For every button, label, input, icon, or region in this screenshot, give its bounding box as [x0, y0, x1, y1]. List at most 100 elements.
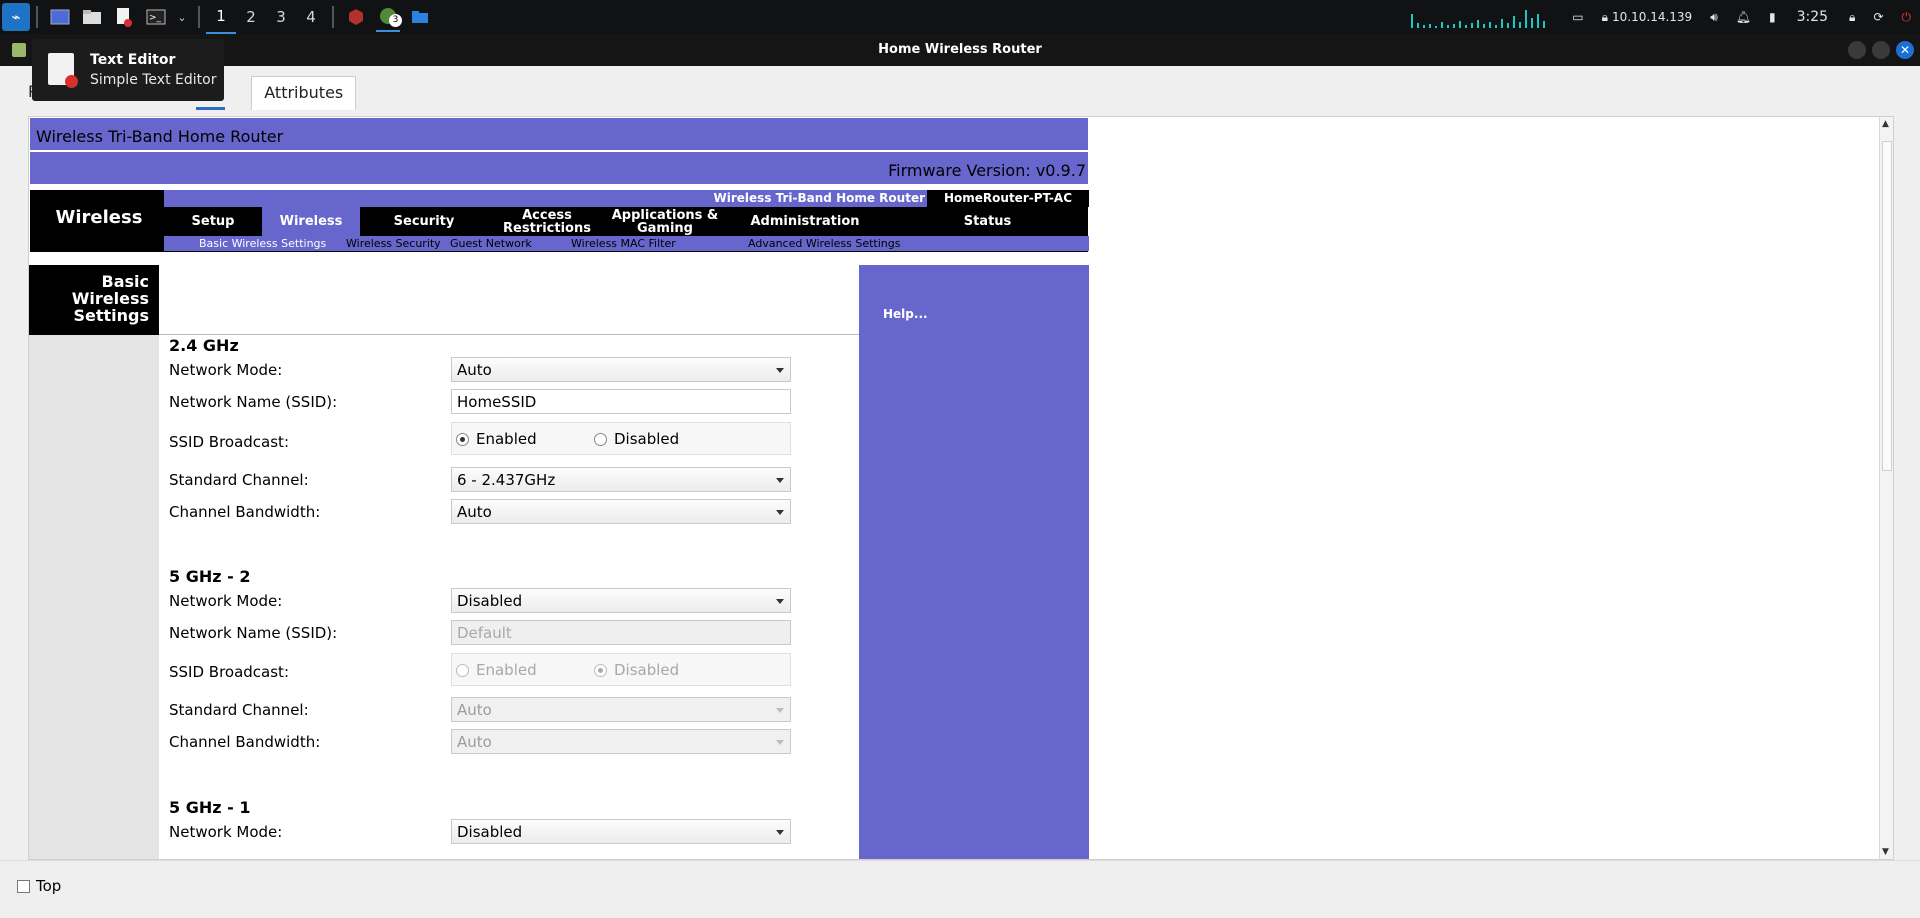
subnav-guest-network[interactable]: Guest Network	[450, 237, 532, 250]
label-network-mode: Network Mode:	[169, 823, 283, 841]
tooltip: Text Editor Simple Text Editor	[32, 39, 224, 101]
top-checkbox[interactable]	[17, 880, 30, 893]
close-button[interactable]: ✕	[1896, 41, 1914, 59]
subnav-wireless-security[interactable]: Wireless Security	[346, 237, 441, 250]
radio-checked-icon	[594, 663, 607, 677]
scrollbar-thumb[interactable]	[1882, 141, 1892, 471]
web-viewport[interactable]: Wireless Tri-Band Home Router Firmware V…	[28, 116, 1894, 860]
folder-app-icon[interactable]	[408, 6, 432, 28]
nav-status[interactable]: Status	[886, 207, 1089, 236]
broadcast-24-disabled[interactable]: Disabled	[594, 430, 679, 448]
workspace-2[interactable]: 2	[236, 0, 266, 34]
channel-24-select[interactable]: 6 - 2.437GHz	[451, 467, 791, 492]
nav-section-title: Wireless	[55, 207, 143, 228]
tab-attributes[interactable]: Attributes	[251, 76, 357, 110]
nav-administration[interactable]: Administration	[724, 207, 886, 236]
window-footer: Top	[0, 860, 1920, 918]
label-network-mode: Network Mode:	[169, 592, 283, 610]
separator	[332, 6, 334, 28]
battery-icon[interactable]: ▮	[1769, 10, 1776, 24]
chevron-down-icon[interactable]: ⌄	[176, 6, 188, 28]
separator	[198, 6, 200, 28]
nav-applications-gaming[interactable]: Applications & Gaming	[606, 207, 724, 236]
top-checkbox-label: Top	[36, 877, 62, 895]
file-manager-icon[interactable]	[80, 6, 104, 28]
form-top-spacer	[159, 265, 859, 335]
firmware-version: Firmware Version: v0.9.7	[29, 151, 1089, 185]
sub-nav: Basic Wireless Settings Wireless Securit…	[164, 236, 1089, 251]
help-link[interactable]: Help...	[883, 307, 928, 321]
window-titlebar[interactable]: Home Wireless Router ✕	[0, 34, 1920, 66]
broadcast-5g2-group: Enabled Disabled	[451, 653, 791, 686]
maximize-button[interactable]	[1872, 41, 1890, 59]
scroll-down-icon[interactable]: ▼	[1882, 847, 1889, 857]
power-icon[interactable]: ⏻	[1902, 10, 1912, 25]
router-page: Wireless Tri-Band Home Router Firmware V…	[29, 117, 1089, 859]
nav-security[interactable]: Security	[360, 207, 488, 236]
workspace-4[interactable]: 4	[296, 0, 326, 34]
nav-menu: Setup Wireless Security Access Restricti…	[164, 207, 1089, 236]
subnav-advanced-wireless[interactable]: Advanced Wireless Settings	[748, 237, 900, 250]
vertical-scrollbar[interactable]: ▲ ▼	[1879, 117, 1893, 859]
refresh-icon[interactable]: ⟳	[1873, 10, 1883, 24]
volume-icon[interactable]: 🔊︎	[1710, 10, 1718, 25]
minimize-button[interactable]	[1848, 41, 1866, 59]
chevron-down-icon	[776, 740, 784, 745]
packet-tracer-app-icon[interactable]: 3	[376, 2, 402, 32]
text-editor-icon[interactable]	[112, 6, 136, 28]
nav-wireless[interactable]: Wireless	[262, 207, 360, 236]
broadcast-5g2-disabled: Disabled	[594, 661, 679, 679]
display-icon[interactable]: ▭	[1572, 10, 1583, 24]
network-mode-5g2-select[interactable]: Disabled	[451, 588, 791, 613]
nav-access-restrictions[interactable]: Access Restrictions	[488, 207, 606, 236]
label-bandwidth: Channel Bandwidth:	[169, 503, 321, 521]
broadcast-24-group: Enabled Disabled	[451, 422, 791, 455]
nav-band: Wireless Wireless Tri-Band Home Router H…	[29, 189, 1089, 253]
scroll-up-icon[interactable]: ▲	[1882, 119, 1889, 129]
ssid-24-input[interactable]: HomeSSID	[451, 389, 791, 414]
label-ssid: Network Name (SSID):	[169, 393, 338, 411]
app-icon	[12, 43, 26, 57]
notification-bell-icon[interactable]: 🔔︎	[1736, 10, 1751, 24]
nav-setup[interactable]: Setup	[164, 207, 262, 236]
label-network-mode: Network Mode:	[169, 361, 283, 379]
clock[interactable]: 3:25	[1797, 9, 1828, 25]
radio-unchecked-icon	[456, 663, 469, 677]
terminal-icon[interactable]: >_	[144, 6, 168, 28]
network-graph	[1409, 4, 1549, 30]
settings-form: 2.4 GHz Network Mode: Auto Network Name …	[159, 265, 859, 859]
chevron-down-icon	[776, 830, 784, 835]
separator	[36, 6, 38, 28]
workspace-3[interactable]: 3	[266, 0, 296, 34]
bandwidth-24-select[interactable]: Auto	[451, 499, 791, 524]
kali-menu-icon[interactable]: ⌁	[2, 3, 30, 31]
label-ssid: Network Name (SSID):	[169, 624, 338, 642]
side-panel: Basic Wireless Settings	[29, 265, 159, 859]
nav-product-bar: Wireless Tri-Band Home Router HomeRouter…	[164, 190, 1089, 207]
chevron-down-icon	[776, 708, 784, 713]
network-mode-5g1-select[interactable]: Disabled	[451, 819, 791, 844]
broadcast-24-enabled[interactable]: Enabled	[456, 430, 537, 448]
vpn-status[interactable]: 🔒︎ 10.10.14.139	[1602, 10, 1693, 25]
network-mode-24-select[interactable]: Auto	[451, 357, 791, 382]
svg-text:>_: >_	[149, 13, 162, 23]
workspace-1[interactable]: 1	[206, 0, 236, 34]
radio-checked-icon	[456, 432, 469, 446]
product-name: Wireless Tri-Band Home Router	[713, 191, 925, 205]
section-24ghz-title: 2.4 GHz	[169, 336, 239, 355]
section-5ghz-2-title: 5 GHz - 2	[169, 567, 251, 586]
chevron-down-icon	[776, 478, 784, 483]
subnav-basic-wireless[interactable]: Basic Wireless Settings	[199, 237, 326, 250]
model-name: HomeRouter-PT-AC	[927, 190, 1089, 207]
lock-screen-icon[interactable]: 🔒︎	[1849, 10, 1855, 25]
device-window: Physical Config GUI Attributes Wireless …	[0, 66, 1920, 918]
burp-app-icon[interactable]	[344, 6, 368, 28]
subnav-mac-filter[interactable]: Wireless MAC Filter	[571, 237, 676, 250]
broadcast-5g2-enabled: Enabled	[456, 661, 537, 679]
chevron-down-icon	[776, 599, 784, 604]
window-title: Home Wireless Router	[878, 42, 1042, 57]
help-panel: Help...	[859, 265, 1089, 859]
router-header-title: Wireless Tri-Band Home Router	[29, 117, 1089, 151]
show-desktop-icon[interactable]	[48, 6, 72, 28]
content-area: Basic Wireless Settings 2.4 GHz Network …	[29, 265, 1089, 859]
